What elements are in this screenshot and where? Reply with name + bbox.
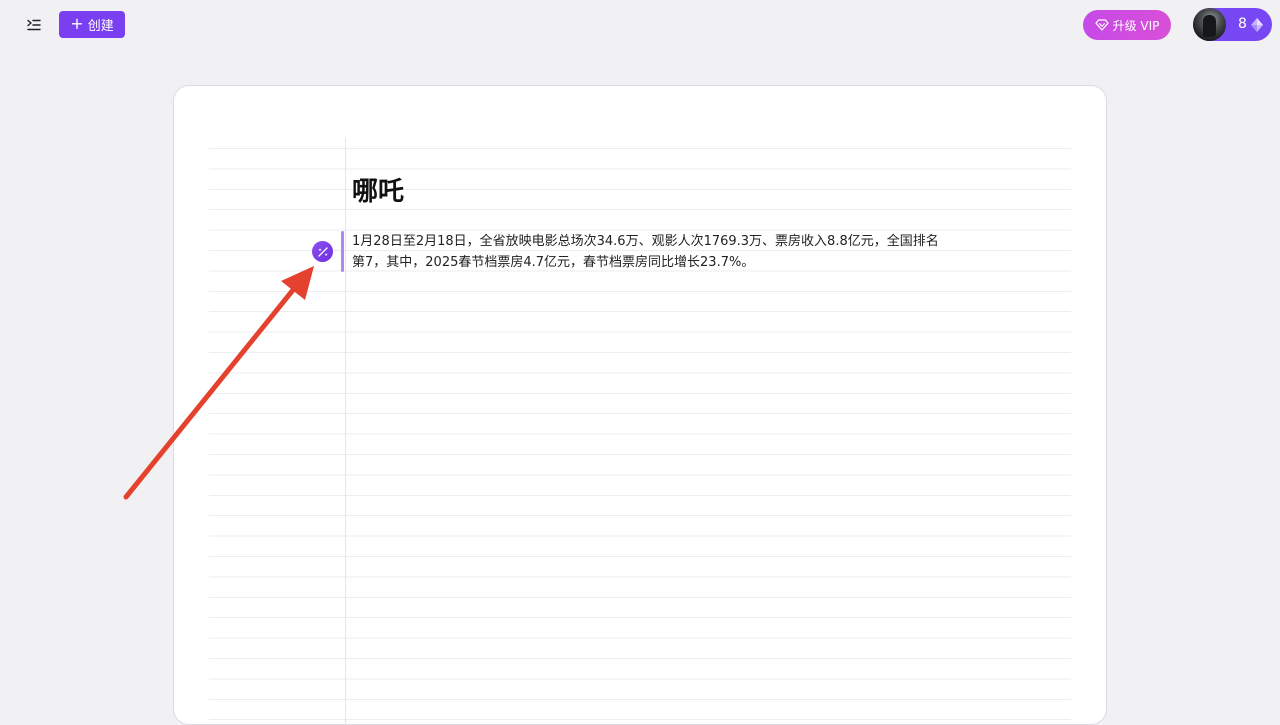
- note-paragraph[interactable]: 1月28日至2月18日，全省放映电影总场次34.6万、观影人次1769.3万、票…: [352, 231, 942, 273]
- note-card: 哪吒 1月28日至2月18日，全省放映电影总场次34.6万、观影人次1769.3…: [173, 85, 1107, 725]
- create-button-label: 创建: [87, 19, 114, 34]
- diamond-outline-icon: [1094, 19, 1109, 31]
- margin-line: [345, 138, 346, 724]
- ai-assist-button[interactable]: [312, 241, 333, 262]
- menu-toggle-icon: [27, 19, 41, 31]
- magic-wand-icon: [317, 246, 328, 257]
- note-title[interactable]: 哪吒: [352, 176, 404, 208]
- diamond-icon: [1251, 18, 1263, 32]
- create-button[interactable]: + 创建: [59, 11, 125, 38]
- credits-count: 8: [1238, 16, 1247, 32]
- account-credits-pill[interactable]: 8: [1193, 8, 1272, 41]
- upgrade-vip-label: 升级 VIP: [1112, 18, 1160, 33]
- plus-icon: +: [70, 14, 84, 33]
- menu-toggle-button[interactable]: [22, 13, 46, 37]
- avatar[interactable]: [1193, 8, 1226, 41]
- upgrade-vip-button[interactable]: 升级 VIP: [1083, 10, 1171, 40]
- paragraph-selection-bar: [341, 231, 344, 272]
